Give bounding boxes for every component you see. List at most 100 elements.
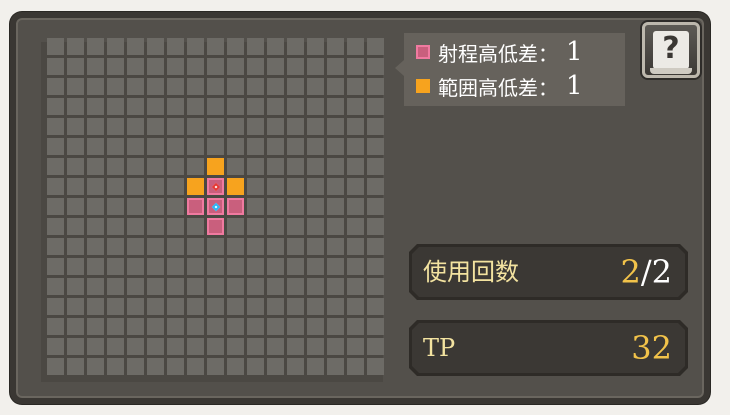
grid-cell bbox=[347, 278, 364, 295]
grid-cell bbox=[207, 258, 224, 275]
grid-cell bbox=[347, 198, 364, 215]
grid-cell bbox=[267, 138, 284, 155]
grid-cell bbox=[347, 338, 364, 355]
grid-cell-center bbox=[207, 198, 224, 215]
grid-cell bbox=[207, 78, 224, 95]
grid-cell bbox=[267, 318, 284, 335]
caster-marker-icon bbox=[211, 202, 220, 211]
grid-cell bbox=[47, 98, 64, 115]
grid-cell bbox=[127, 238, 144, 255]
help-button[interactable]: ? bbox=[642, 22, 700, 78]
grid-cell bbox=[127, 318, 144, 335]
grid-cell bbox=[47, 78, 64, 95]
grid-cell bbox=[47, 358, 64, 375]
grid-cell bbox=[147, 218, 164, 235]
grid-cell bbox=[207, 38, 224, 55]
grid-cell bbox=[307, 318, 324, 335]
grid-cell bbox=[47, 138, 64, 155]
grid-cell bbox=[147, 198, 164, 215]
range-height-label: 射程高低差： bbox=[438, 41, 558, 66]
uses-stat-box: 使用回数 2/2 bbox=[409, 244, 688, 300]
grid-cell bbox=[307, 38, 324, 55]
grid-cell bbox=[147, 58, 164, 75]
grid-cell bbox=[347, 138, 364, 155]
grid-cell bbox=[367, 278, 384, 295]
grid-cell bbox=[227, 78, 244, 95]
grid-cell bbox=[327, 358, 344, 375]
grid-cell bbox=[267, 118, 284, 135]
grid-cell bbox=[227, 138, 244, 155]
grid-cell bbox=[167, 358, 184, 375]
grid-cell bbox=[87, 318, 104, 335]
grid-cell bbox=[67, 258, 84, 275]
grid-cell bbox=[327, 78, 344, 95]
tp-value: 32 bbox=[631, 329, 672, 367]
uses-value: 2/2 bbox=[621, 244, 673, 300]
grid-cell bbox=[167, 258, 184, 275]
grid-cell bbox=[47, 258, 64, 275]
grid-cell bbox=[47, 198, 64, 215]
grid-cell bbox=[87, 238, 104, 255]
grid-cell bbox=[247, 58, 264, 75]
grid-cell bbox=[227, 118, 244, 135]
grid-cell bbox=[347, 178, 364, 195]
uses-label: 使用回数 bbox=[423, 258, 519, 286]
grid-cell bbox=[347, 238, 364, 255]
grid-cell bbox=[107, 158, 124, 175]
grid-cell bbox=[47, 38, 64, 55]
grid-cell bbox=[67, 238, 84, 255]
grid-cell bbox=[287, 278, 304, 295]
grid-cell bbox=[107, 118, 124, 135]
grid-cell bbox=[267, 198, 284, 215]
grid-cell bbox=[127, 158, 144, 175]
grid-cell bbox=[227, 38, 244, 55]
grid-cell bbox=[367, 358, 384, 375]
grid-cell bbox=[287, 358, 304, 375]
grid-cell-range bbox=[227, 198, 244, 215]
grid-cell bbox=[207, 298, 224, 315]
grid-cell bbox=[287, 318, 304, 335]
grid-cell bbox=[187, 138, 204, 155]
grid-cell bbox=[267, 338, 284, 355]
grid-cell bbox=[87, 118, 104, 135]
grid-cell bbox=[207, 138, 224, 155]
grid-cell bbox=[227, 98, 244, 115]
grid-cell bbox=[87, 58, 104, 75]
grid-cell bbox=[227, 298, 244, 315]
grid-cell bbox=[307, 278, 324, 295]
grid-cell bbox=[87, 78, 104, 95]
grid-cell bbox=[287, 118, 304, 135]
grid-cell bbox=[87, 298, 104, 315]
grid-cell bbox=[167, 178, 184, 195]
grid-cell bbox=[327, 58, 344, 75]
grid-cell bbox=[187, 118, 204, 135]
legend-range-height: 射程高低差： 1 bbox=[416, 37, 583, 67]
tp-stat-box: TP 32 bbox=[409, 320, 688, 376]
grid-cell bbox=[107, 198, 124, 215]
grid-cell bbox=[287, 238, 304, 255]
grid-cell bbox=[107, 58, 124, 75]
grid-cell bbox=[107, 218, 124, 235]
grid-cell bbox=[267, 218, 284, 235]
grid-cell bbox=[67, 338, 84, 355]
range-grid bbox=[47, 38, 384, 375]
grid-cell bbox=[107, 38, 124, 55]
grid-cell bbox=[87, 358, 104, 375]
grid-cell bbox=[367, 138, 384, 155]
grid-cell bbox=[347, 98, 364, 115]
grid-cell bbox=[327, 258, 344, 275]
grid-cell bbox=[87, 278, 104, 295]
grid-cell bbox=[67, 118, 84, 135]
grid-cell bbox=[87, 158, 104, 175]
grid-cell bbox=[187, 98, 204, 115]
grid-cell bbox=[207, 358, 224, 375]
grid-cell bbox=[87, 258, 104, 275]
grid-cell bbox=[227, 338, 244, 355]
grid-cell bbox=[127, 218, 144, 235]
grid-cell bbox=[47, 278, 64, 295]
grid-cell bbox=[227, 278, 244, 295]
grid-cell bbox=[207, 278, 224, 295]
grid-cell bbox=[67, 138, 84, 155]
grid-cell bbox=[187, 78, 204, 95]
grid-cell bbox=[167, 338, 184, 355]
